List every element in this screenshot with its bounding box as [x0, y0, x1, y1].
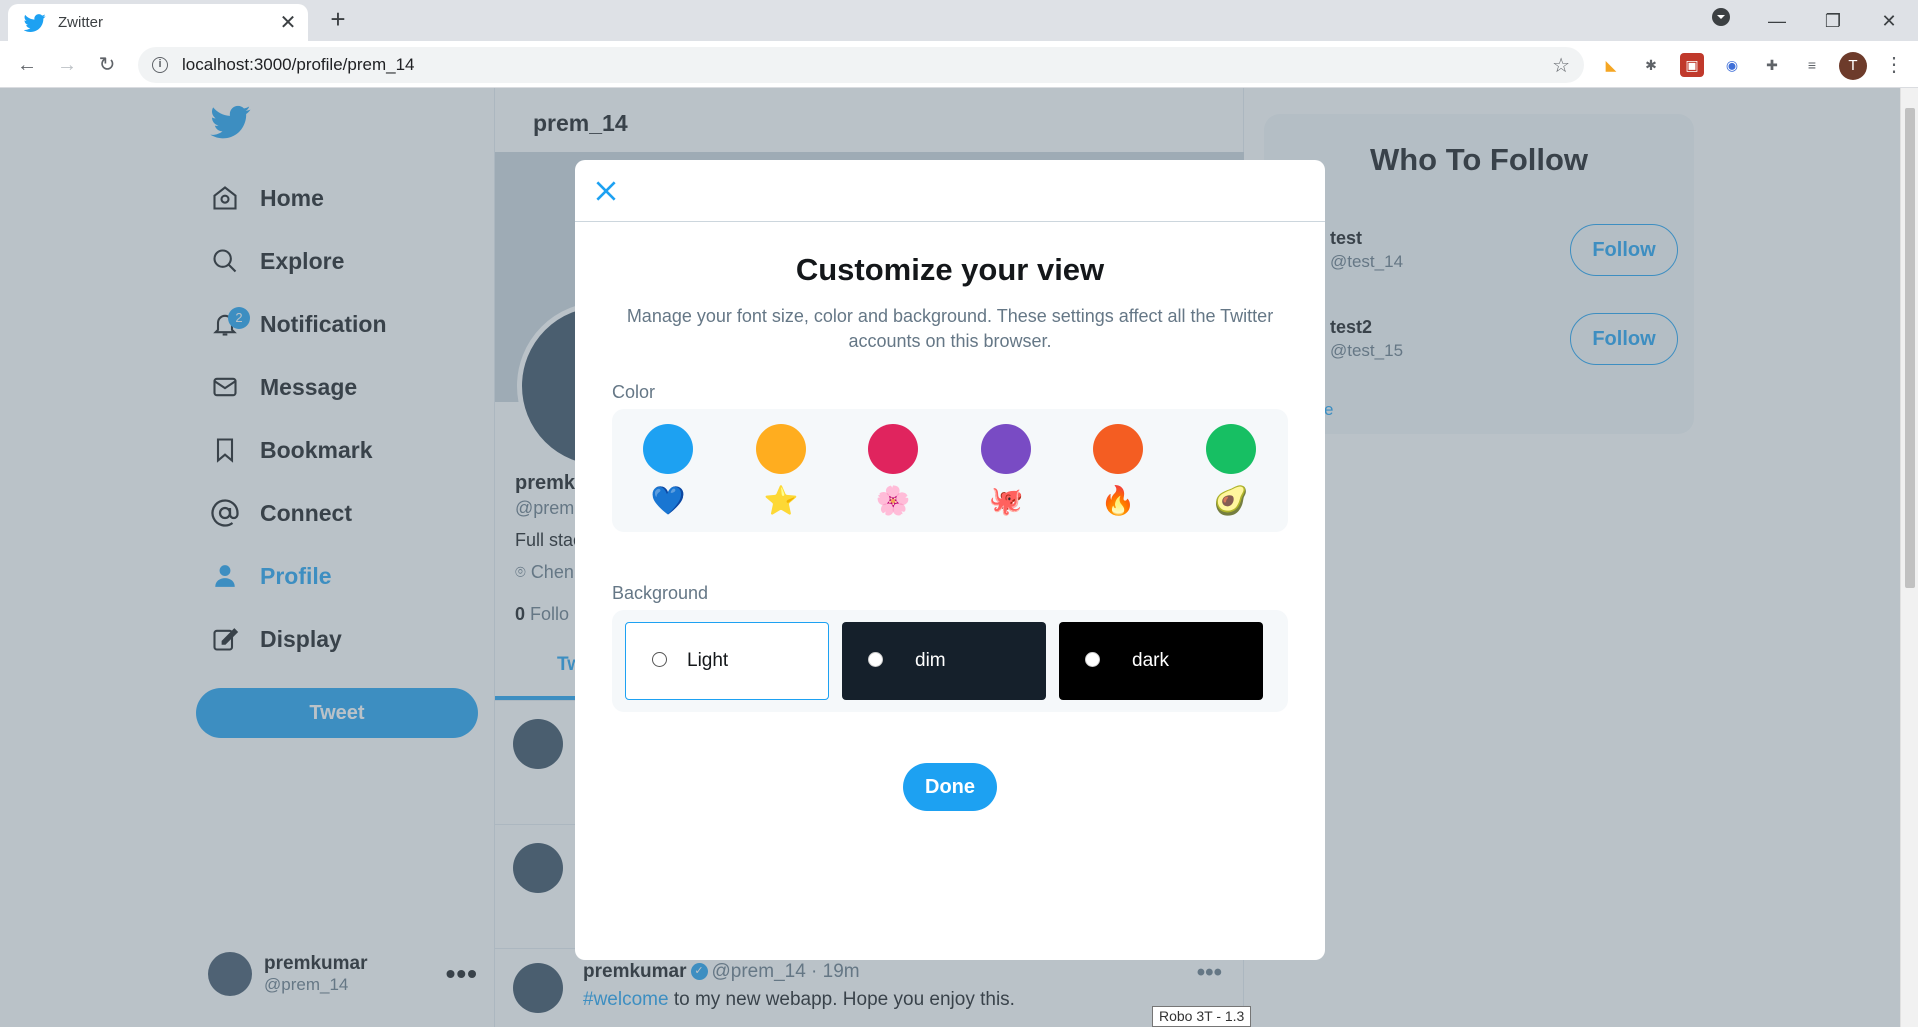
- extension-bug-icon[interactable]: ✱: [1639, 53, 1663, 77]
- extension-icon-4[interactable]: ◉: [1720, 53, 1744, 77]
- background-section-label: Background: [612, 583, 709, 603]
- tab-close-icon[interactable]: ✕: [276, 11, 300, 35]
- close-icon[interactable]: [589, 174, 623, 208]
- color-swatch-pink[interactable]: [868, 424, 918, 474]
- window-close-icon[interactable]: ✕: [1874, 6, 1904, 36]
- color-swatch-orange[interactable]: [1093, 424, 1143, 474]
- star-icon[interactable]: ⭐: [761, 481, 801, 521]
- browser-tab[interactable]: Zwitter ✕: [8, 4, 308, 41]
- dialog-title: Customize your view: [795, 252, 1105, 287]
- radio-dim[interactable]: [868, 651, 883, 667]
- address-bar[interactable]: i localhost:3000/profile/prem_14 ☆: [138, 47, 1584, 83]
- twitter-bird-icon: [24, 13, 46, 32]
- reload-icon[interactable]: ↻: [94, 52, 120, 78]
- browser-menu-icon[interactable]: ⋮: [1884, 51, 1904, 79]
- background-option-label: Light: [687, 650, 729, 671]
- color-section-label: Color: [612, 382, 656, 402]
- taskbar-tooltip: Robo 3T - 1.3: [1152, 1006, 1252, 1027]
- url-text: localhost:3000/profile/prem_14: [182, 55, 415, 74]
- page-scrollbar[interactable]: [1900, 88, 1918, 1027]
- octopus-icon[interactable]: 🐙: [986, 481, 1026, 521]
- back-icon[interactable]: ←: [14, 52, 40, 78]
- background-option-label: dark: [1132, 650, 1169, 671]
- background-option-label: dim: [915, 650, 946, 671]
- background-option-dark[interactable]: dark: [1059, 622, 1263, 700]
- minimize-icon[interactable]: —: [1762, 6, 1792, 36]
- dialog-header: [575, 160, 1325, 222]
- tab-title: Zwitter: [58, 14, 103, 31]
- browser-toolbar: ← → ↻ i localhost:3000/profile/prem_14 ☆…: [0, 41, 1918, 88]
- new-tab-icon[interactable]: +: [326, 6, 350, 32]
- extensions-puzzle-icon[interactable]: ✚: [1760, 53, 1784, 77]
- color-swatch-purple[interactable]: [981, 424, 1031, 474]
- media-control-icon[interactable]: ≡: [1800, 53, 1824, 77]
- radio-light[interactable]: [652, 651, 667, 667]
- done-button[interactable]: Done: [903, 763, 997, 811]
- site-info-icon[interactable]: i: [152, 57, 168, 73]
- avocado-icon[interactable]: 🥑: [1211, 481, 1251, 521]
- background-option-dim[interactable]: dim: [842, 622, 1046, 700]
- bookmark-star-icon[interactable]: ☆: [1552, 53, 1570, 78]
- color-picker: 💙 ⭐ 🌸 🐙 🔥 🥑: [612, 409, 1288, 532]
- scrollbar-thumb[interactable]: [1905, 108, 1915, 588]
- browser-tab-bar: Zwitter ✕ + — ❐ ✕: [0, 0, 1918, 41]
- extension-icon-1[interactable]: ◣: [1599, 53, 1623, 77]
- forward-icon[interactable]: →: [54, 52, 80, 78]
- heart-icon[interactable]: 💙: [648, 481, 688, 521]
- background-option-light[interactable]: Light: [625, 622, 829, 700]
- flower-icon[interactable]: 🌸: [873, 481, 913, 521]
- customize-view-dialog: Customize your view Manage your font siz…: [575, 160, 1325, 960]
- browser-profile-avatar[interactable]: T: [1839, 52, 1867, 80]
- fire-icon[interactable]: 🔥: [1098, 481, 1138, 521]
- radio-dark[interactable]: [1085, 651, 1100, 667]
- extension-icon-3[interactable]: ▣: [1680, 53, 1704, 77]
- color-swatch-blue[interactable]: [643, 424, 693, 474]
- background-picker: Light dim dark: [612, 610, 1288, 712]
- tab-search-icon[interactable]: [1706, 6, 1736, 36]
- color-swatch-yellow[interactable]: [756, 424, 806, 474]
- restore-icon[interactable]: ❐: [1818, 6, 1848, 36]
- color-swatch-green[interactable]: [1206, 424, 1256, 474]
- dialog-description: Manage your font size, color and backgro…: [626, 306, 1274, 351]
